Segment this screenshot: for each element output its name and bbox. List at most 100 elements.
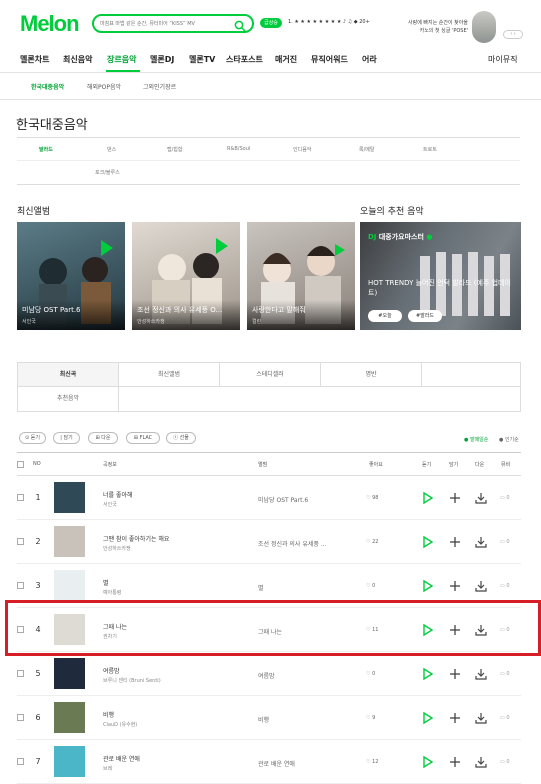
search-icon[interactable] xyxy=(234,17,246,32)
row-checkbox[interactable] xyxy=(17,670,24,677)
download-icon[interactable] xyxy=(474,490,488,504)
like-count[interactable]: ♡ 0 xyxy=(366,671,375,677)
search-input[interactable] xyxy=(100,17,232,30)
mv-icon[interactable]: ▭ 0 xyxy=(500,759,510,765)
table-row[interactable]: 5 여름밤 브루니 센티 (Bruni Senti) 여름밤 ♡ 0 ▭ 0 xyxy=(17,652,521,696)
play-icon[interactable] xyxy=(420,578,434,593)
nav-magazine[interactable]: 매거진 xyxy=(275,54,297,65)
add-icon[interactable] xyxy=(448,666,462,680)
play-icon[interactable] xyxy=(420,490,434,505)
song-album[interactable]: 조선 정신과 의사 유세풍 ... xyxy=(258,539,358,548)
add-icon[interactable] xyxy=(448,490,462,504)
dj-tag[interactable]: #발라드 xyxy=(408,310,442,322)
genre-trot[interactable]: 트로트 xyxy=(423,146,437,153)
tab-classic-albums[interactable]: 명반 xyxy=(321,363,422,387)
dj-tag[interactable]: #오늘 xyxy=(368,310,402,322)
tab-latest-songs[interactable]: 최신곡 xyxy=(18,363,119,387)
mv-icon[interactable]: ▭ 0 xyxy=(500,495,510,501)
song-album[interactable]: 비행 xyxy=(258,715,358,724)
song-album[interactable]: 미남당 OST Part.6 xyxy=(258,495,358,504)
song-artist[interactable]: 예아통령 xyxy=(103,589,121,596)
add-icon[interactable] xyxy=(448,534,462,548)
genre-indie[interactable]: 인디음악 xyxy=(293,146,311,153)
row-checkbox[interactable] xyxy=(17,538,24,545)
song-album[interactable]: 별 xyxy=(258,583,358,592)
nav-genre-music[interactable]: 장르음악 xyxy=(107,54,136,65)
rising-badge[interactable]: 급상승 xyxy=(260,18,282,28)
album-artist[interactable]: 서인국 xyxy=(22,318,36,325)
add-icon[interactable] xyxy=(448,754,462,768)
row-checkbox[interactable] xyxy=(17,758,24,765)
album-title[interactable]: 조선 정신과 의사 유세풍 O... xyxy=(137,305,235,315)
song-title[interactable]: 너를 좋아해 xyxy=(103,490,133,499)
song-title[interactable]: 별 xyxy=(103,578,109,587)
song-artist[interactable]: 안성하쓰카쟁 xyxy=(103,545,131,552)
nav-melon-tv[interactable]: 멜론TV xyxy=(189,54,215,65)
tab-latest-albums[interactable]: 최신앨범 xyxy=(119,363,220,387)
song-artist[interactable]: 브루니 센티 (Bruni Senti) xyxy=(103,677,161,684)
promo-artist-image[interactable] xyxy=(472,11,496,43)
nav-melon-chart[interactable]: 멜론차트 xyxy=(20,54,49,65)
flac-selected-button[interactable]: ⊞ FLAC xyxy=(126,432,160,444)
like-count[interactable]: ♡ 9 xyxy=(366,715,375,721)
genre-hiphop[interactable]: 랩/힙합 xyxy=(167,146,183,153)
nav-starpost[interactable]: 스타포스트 xyxy=(226,54,263,65)
search-box[interactable] xyxy=(92,14,254,33)
download-icon[interactable] xyxy=(474,754,488,768)
download-icon[interactable] xyxy=(474,534,488,548)
like-count[interactable]: ♡ 12 xyxy=(366,759,378,765)
genre-ballad[interactable]: 발라드 xyxy=(39,146,53,153)
add-selected-button[interactable]: | 담기 xyxy=(53,432,80,444)
table-row[interactable]: 7 관로 배운 연애 브레 관로 배운 연애 ♡ 12 ▭ 0 xyxy=(17,740,521,784)
subnav-foreign-pop[interactable]: 해외POP음악 xyxy=(87,82,121,91)
song-album[interactable]: 여름밤 xyxy=(258,671,358,680)
select-all-checkbox[interactable] xyxy=(17,461,24,468)
mv-icon[interactable]: ▭ 0 xyxy=(500,583,510,589)
download-icon[interactable] xyxy=(474,578,488,592)
play-icon[interactable] xyxy=(420,666,434,681)
gift-selected-button[interactable]: ⓣ 선물 xyxy=(166,432,196,444)
row-checkbox[interactable] xyxy=(17,582,24,589)
mv-icon[interactable]: ▭ 0 xyxy=(500,671,510,677)
nav-my-music[interactable]: 마이뮤직 xyxy=(488,54,517,65)
album-artist[interactable]: 안성하쓰카쟁 xyxy=(137,318,165,325)
nav-latest-music[interactable]: 최신음악 xyxy=(63,54,92,65)
table-row[interactable]: 1 너를 좋아해 서인국 미남당 OST Part.6 ♡ 98 ▭ 0 xyxy=(17,476,521,520)
promo-text[interactable]: 사랑에 빠지는 순간이 찾아올 카노의 첫 싱글 'POSE' xyxy=(384,19,468,35)
nav-melon-dj[interactable]: 멜론DJ xyxy=(150,54,174,65)
mv-icon[interactable]: ▭ 0 xyxy=(500,539,510,545)
album-card[interactable]: 미남당 OST Part.6 서인국 xyxy=(17,222,125,330)
album-thumbnail[interactable] xyxy=(54,658,85,689)
promo-nav-arrows[interactable]: ‹ › xyxy=(503,30,523,39)
dj-playlist-title[interactable]: HOT TRENDY 늘어진 언덕 발라드 (예주 업데이트) xyxy=(368,278,513,298)
album-title[interactable]: 미남당 OST Part.6 xyxy=(22,305,120,315)
genre-folk[interactable]: 포크/블루스 xyxy=(95,169,120,176)
melon-logo[interactable]: Melon xyxy=(20,11,80,37)
nav-extra[interactable]: 어라 xyxy=(362,54,377,65)
song-title[interactable]: 여름밤 xyxy=(103,666,120,675)
realtime-rank[interactable]: 1. ★ ★ ★ ★ ★ ★ ★ ★ ♪ ♫ ◆ 20+ xyxy=(288,19,370,25)
sort-latest-label[interactable]: ● 발매일순 xyxy=(464,437,488,443)
today-rec-heading[interactable]: 오늘의 추천 음악 xyxy=(360,204,424,217)
album-thumbnail[interactable] xyxy=(54,570,85,601)
sort-popular-label[interactable]: ● 인기순 xyxy=(499,437,519,443)
sort-latest[interactable]: ● 발매일순 xyxy=(464,436,488,443)
song-title[interactable]: 관로 배운 연애 xyxy=(103,754,140,763)
play-selected-button[interactable]: ⊙ 듣기 xyxy=(19,432,46,444)
album-card[interactable]: 조선 정신과 의사 유세풍 O... 안성하쓰카쟁 xyxy=(132,222,240,330)
subnav-korean-pop[interactable]: 한국대중음악 xyxy=(31,82,64,91)
album-card[interactable]: 사랑한다고 말해줘 컬린 xyxy=(247,222,355,330)
download-selected-button[interactable]: ⊞ 다운 xyxy=(88,432,118,444)
table-row[interactable]: 6 비행 ClauD (유수현) 비행 ♡ 9 ▭ 0 xyxy=(17,696,521,740)
download-icon[interactable] xyxy=(474,710,488,724)
table-row[interactable]: 2 그땐 참이 좋아하기는 해요 안성하쓰카쟁 조선 정신과 의사 유세풍 ... ♡ … xyxy=(17,520,521,564)
album-artist[interactable]: 컬린 xyxy=(252,318,261,325)
latest-albums-heading[interactable]: 최신앨범 xyxy=(17,204,50,217)
dj-recommend-card[interactable]: DJ 대중가요마스터 ● HOT TRENDY 늘어진 언덕 발라드 (예주 업… xyxy=(360,222,521,330)
genre-rnb[interactable]: R&B/Soul xyxy=(227,146,250,152)
genre-dance[interactable]: 댄스 xyxy=(107,146,116,153)
song-title[interactable]: 그땐 참이 좋아하기는 해요 xyxy=(103,534,169,543)
like-count[interactable]: ♡ 98 xyxy=(366,495,378,501)
play-icon[interactable] xyxy=(420,534,434,549)
nav-music-award[interactable]: 뮤직어워드 xyxy=(311,54,348,65)
